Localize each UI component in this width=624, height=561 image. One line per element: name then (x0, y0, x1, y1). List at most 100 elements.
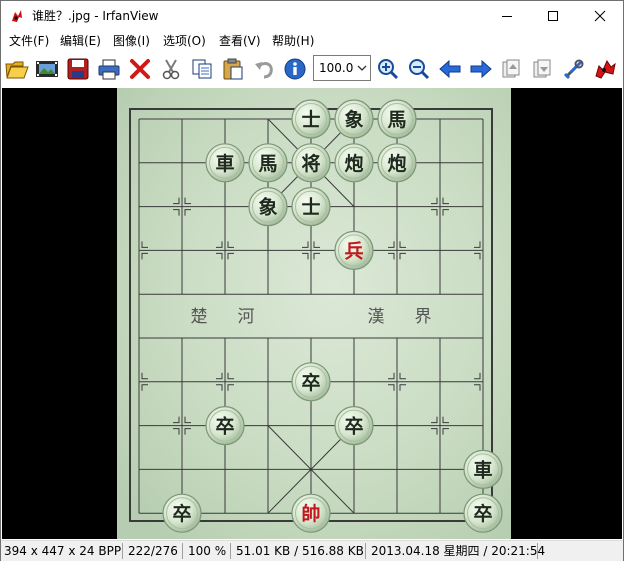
copy-icon (192, 59, 212, 79)
piece-label: 炮 (387, 152, 406, 175)
paste-icon (223, 58, 243, 80)
delete-button[interactable] (127, 56, 153, 82)
settings-button[interactable] (561, 56, 587, 82)
undo-icon (255, 62, 273, 79)
chess-board-image: 楚 河 漢 界 士象馬車馬将炮炮象 士兵卒卒 卒車卒帥卒 (117, 88, 511, 539)
minimize-icon (502, 16, 512, 17)
red-chariot-piece[interactable]: 車 (463, 449, 503, 489)
status-datetime: 2013.04.18 星期四 / 20:21:54 (371, 544, 546, 558)
toolbar (1, 52, 623, 86)
black-elephant-piece[interactable]: 象 (334, 99, 374, 139)
status-index: 222/276 (128, 544, 178, 558)
piece-label: 象 (344, 108, 363, 131)
cut-icon (162, 59, 180, 80)
piece-label: 卒 (344, 415, 363, 438)
menu-file[interactable]: 文件(F) (9, 34, 49, 48)
irfanview-window: 谁胜？.jpg - IrfanView 文件(F) 编辑(E) 图像(I) 选项… (0, 0, 624, 561)
chevron-down-icon (357, 65, 367, 71)
piece-label: 兵 (344, 240, 363, 262)
zoom-select[interactable]: 100.0 (313, 55, 371, 81)
previous-button[interactable] (437, 56, 463, 82)
black-general-piece[interactable]: 将 (291, 143, 331, 183)
black-pawn-piece[interactable]: 卒 (205, 406, 245, 446)
piece-label: 炮 (344, 152, 363, 175)
menu-edit[interactable]: 编辑(E) (60, 34, 101, 48)
piece-label: 馬 (387, 109, 406, 131)
piece-label: 馬 (258, 153, 277, 175)
open-folder-icon (5, 61, 29, 79)
river-left-char-1: 楚 (191, 307, 208, 327)
save-button[interactable] (65, 56, 91, 82)
info-icon (284, 58, 306, 80)
copy-button[interactable] (189, 56, 215, 82)
status-bar: 394 x 447 x 24 BPP 222/276 100 % 51.01 K… (1, 540, 623, 561)
piece-label: 車 (215, 152, 234, 175)
save-icon (67, 58, 89, 80)
black-chariot-piece[interactable]: 車 (205, 143, 245, 183)
piece-label: 将 (301, 152, 320, 175)
red-soldier-piece[interactable]: 兵 (334, 230, 374, 270)
slideshow-button[interactable] (34, 56, 60, 82)
black-advisor-piece[interactable]: 士 (291, 186, 331, 227)
last-page-button[interactable] (530, 56, 556, 82)
black-elephant-piece[interactable]: 象 (248, 186, 288, 227)
close-button[interactable] (577, 1, 623, 31)
black-pawn-piece[interactable]: 卒 (162, 493, 202, 533)
black-advisor-piece[interactable]: 士 (291, 99, 331, 139)
next-button[interactable] (468, 56, 494, 82)
status-separator (230, 543, 231, 559)
piece-label: 象 (258, 196, 277, 219)
black-pawn-piece[interactable]: 卒 (334, 406, 374, 446)
open-button[interactable] (4, 56, 30, 82)
piece-label: 卒 (172, 502, 191, 525)
zoom-in-icon (378, 59, 399, 80)
status-separator (537, 543, 538, 559)
red-marshal-piece[interactable]: 帥 (291, 493, 331, 533)
piece-label: 卒 (473, 502, 492, 525)
black-pawn-piece[interactable]: 卒 (463, 493, 503, 533)
status-separator (365, 543, 366, 559)
piece-label: 車 (473, 458, 492, 481)
settings-icon (563, 59, 584, 80)
black-cannon-piece[interactable]: 炮 (377, 143, 417, 183)
piece-label: 卒 (301, 371, 320, 394)
irfanview-app-icon[interactable] (9, 8, 25, 24)
river-left-char-2: 河 (238, 307, 255, 327)
first-page-button[interactable] (499, 56, 525, 82)
menu-image[interactable]: 图像(I) (113, 34, 150, 48)
image-view[interactable]: 楚 河 漢 界 士象馬車馬将炮炮象士兵卒卒卒車卒帥卒 (2, 88, 622, 539)
irfanview-icon (595, 59, 616, 79)
menu-options[interactable]: 选项(O) (163, 34, 206, 48)
cut-button[interactable] (158, 56, 184, 82)
minimize-button[interactable] (484, 1, 530, 31)
menu-bar: 文件(F) 编辑(E) 图像(I) 选项(O) 查看(V) 帮助(H) (1, 31, 623, 52)
next-icon (470, 59, 492, 79)
black-horse-piece[interactable]: 馬 (377, 99, 417, 139)
slideshow-icon (36, 61, 58, 77)
menu-view[interactable]: 查看(V) (219, 34, 261, 48)
zoom-out-button[interactable] (406, 56, 432, 82)
title-bar: 谁胜？.jpg - IrfanView (1, 1, 623, 31)
status-filesize: 51.01 KB / 516.88 KB (236, 544, 364, 558)
print-button[interactable] (96, 56, 122, 82)
paste-button[interactable] (220, 56, 246, 82)
black-horse-piece[interactable]: 馬 (248, 143, 288, 183)
zoom-value: 100.0 (319, 61, 354, 75)
maximize-icon (548, 11, 558, 21)
first-page-icon (502, 59, 520, 78)
menu-help[interactable]: 帮助(H) (272, 34, 314, 48)
piece-label: 帥 (301, 502, 320, 525)
zoom-in-button[interactable] (375, 56, 401, 82)
undo-button[interactable] (251, 56, 277, 82)
status-zoom: 100 % (188, 544, 227, 558)
status-dimensions: 394 x 447 x 24 BPP (4, 544, 122, 558)
black-cannon-piece[interactable]: 炮 (334, 143, 374, 183)
maximize-button[interactable] (530, 1, 576, 31)
info-button[interactable] (282, 56, 308, 82)
river-right-char-1: 漢 (368, 307, 385, 327)
status-separator (122, 543, 123, 559)
previous-icon (439, 59, 461, 79)
black-pawn-piece[interactable]: 卒 (291, 362, 331, 402)
irfanview-logo-button[interactable] (592, 56, 618, 82)
piece-label: 士 (301, 109, 320, 131)
